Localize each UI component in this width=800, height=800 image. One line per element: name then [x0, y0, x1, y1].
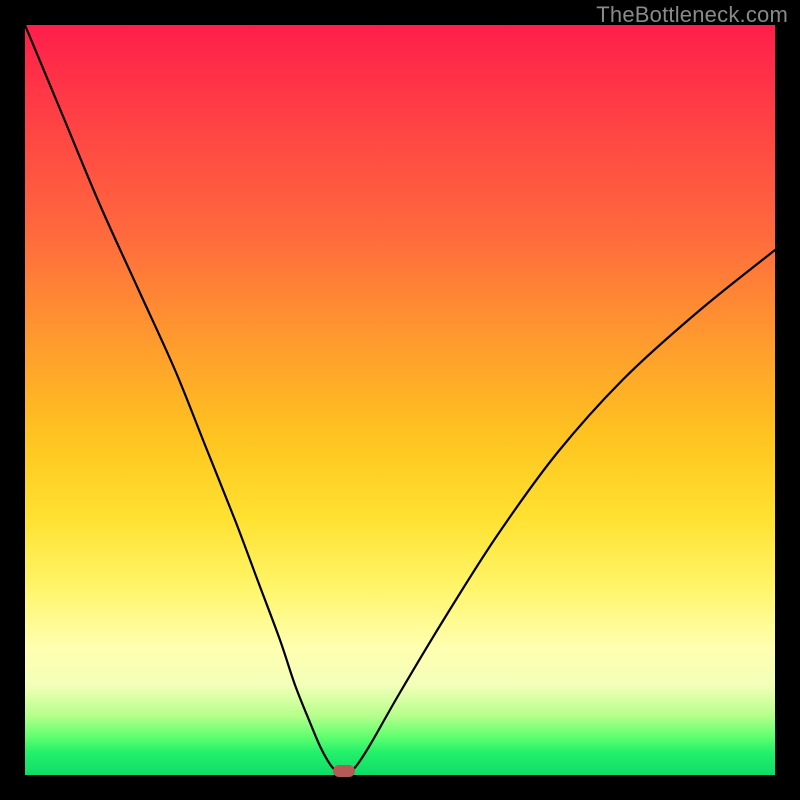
- optimal-point-marker: [333, 765, 355, 777]
- bottleneck-curve: [25, 25, 775, 775]
- chart-frame: TheBottleneck.com: [0, 0, 800, 800]
- plot-area: [25, 25, 775, 775]
